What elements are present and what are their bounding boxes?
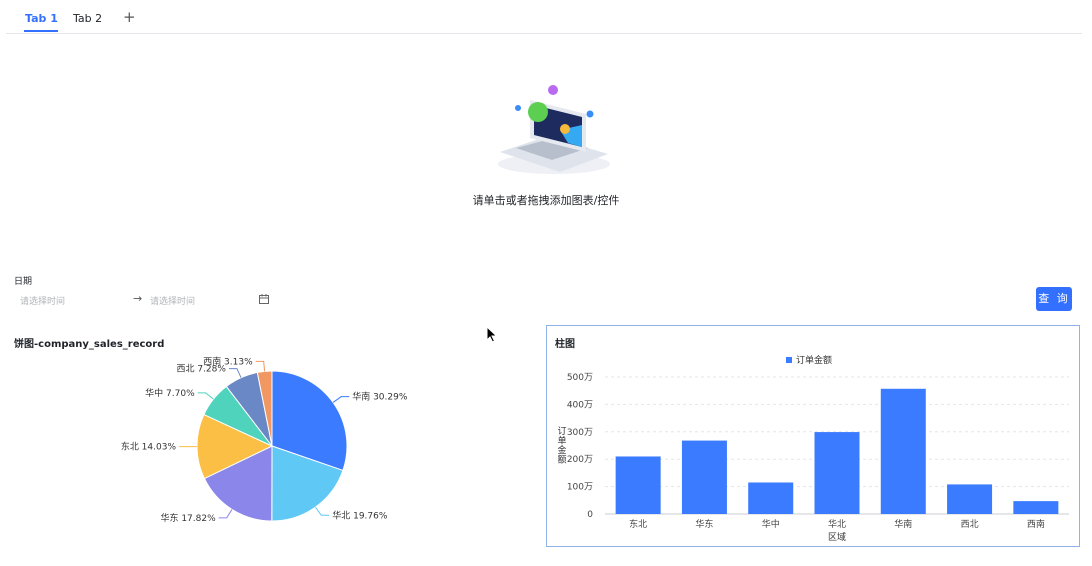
pie-chart-title: 饼图-company_sales_record [14, 339, 165, 350]
bar-chart-panel[interactable]: 柱图 0 100万 200万 300万 400万 500万 东北 华东 华中 华北 华南 西北 西南 区域… [546, 325, 1080, 547]
bar [814, 432, 860, 514]
bar [681, 440, 727, 514]
legend-swatch [786, 357, 792, 363]
add-tab-button[interactable]: + [123, 8, 136, 26]
bar [615, 456, 661, 514]
pie-slice-label: 华北 19.76% [332, 509, 388, 521]
x-tick-label: 华中 [762, 518, 780, 530]
mouse-cursor-icon [486, 326, 498, 343]
y-axis-title-char: 订 [557, 426, 566, 437]
x-axis-title: 区域 [828, 531, 846, 543]
pie-label-line [228, 368, 242, 378]
x-tick-label: 华南 [894, 518, 912, 530]
bar [947, 484, 993, 514]
pie-slice-label: 西南 3.13% [203, 355, 253, 367]
pie-slice-label: 华东 17.82% [160, 512, 216, 524]
pie-label-line [315, 506, 330, 516]
bar [748, 482, 794, 514]
end-date-input[interactable]: 请选择时间 [150, 294, 195, 307]
pie-slice-label: 华南 30.29% [352, 391, 408, 403]
pie-slice-label: 东北 14.03% [121, 441, 177, 453]
y-tick-label: 500万 [567, 373, 593, 383]
bar [1013, 501, 1059, 514]
x-tick-label: 华东 [695, 518, 713, 530]
tab-bar: Tab 1 Tab 2 + [6, 0, 1082, 34]
y-tick-label: 100万 [567, 483, 593, 493]
date-filter-label: 日期 [14, 277, 33, 287]
bar [880, 388, 926, 514]
bar-chart: 0 100万 200万 300万 400万 500万东北 华东 华中 华北 华南 西北 西南区域 订单金… [557, 354, 1069, 543]
pie-slice-label: 华中 7.70% [145, 387, 195, 399]
pie-label-line [197, 392, 214, 400]
empty-state-hint: 请单击或者拖拽添加图表/控件 [472, 194, 620, 207]
pie-label-line [218, 509, 233, 519]
x-tick-label: 华北 [828, 518, 846, 530]
tab-1[interactable]: Tab 1 [25, 12, 58, 25]
pie-chart: 华南 30.29% 华北 19.76% 华东 17.82% 东北 14.03% 华中 7… [121, 355, 408, 524]
y-axis-title-char: 单 [557, 435, 566, 447]
tab-2[interactable]: Tab 2 [73, 12, 102, 25]
active-tab-indicator [24, 30, 58, 32]
pie-label-line [255, 360, 266, 372]
x-tick-label: 西北 [961, 519, 979, 530]
query-button[interactable]: 查 询 [1036, 287, 1072, 311]
calendar-icon[interactable] [259, 294, 269, 304]
y-tick-label: 0 [587, 510, 593, 520]
laptop-illustration-icon [498, 85, 610, 174]
y-axis-title-char: 金 [557, 444, 566, 456]
pie-label-line [332, 396, 350, 403]
start-date-input[interactable]: 请选择时间 [20, 294, 65, 307]
y-tick-label: 300万 [567, 428, 593, 438]
y-axis-title-char: 额 [557, 454, 566, 466]
y-tick-label: 200万 [567, 455, 593, 465]
y-tick-label: 400万 [567, 400, 593, 410]
x-tick-label: 东北 [629, 518, 647, 530]
x-tick-label: 西南 [1027, 518, 1045, 530]
legend-label: 订单金额 [796, 354, 832, 366]
date-range-separator: → [133, 292, 143, 305]
